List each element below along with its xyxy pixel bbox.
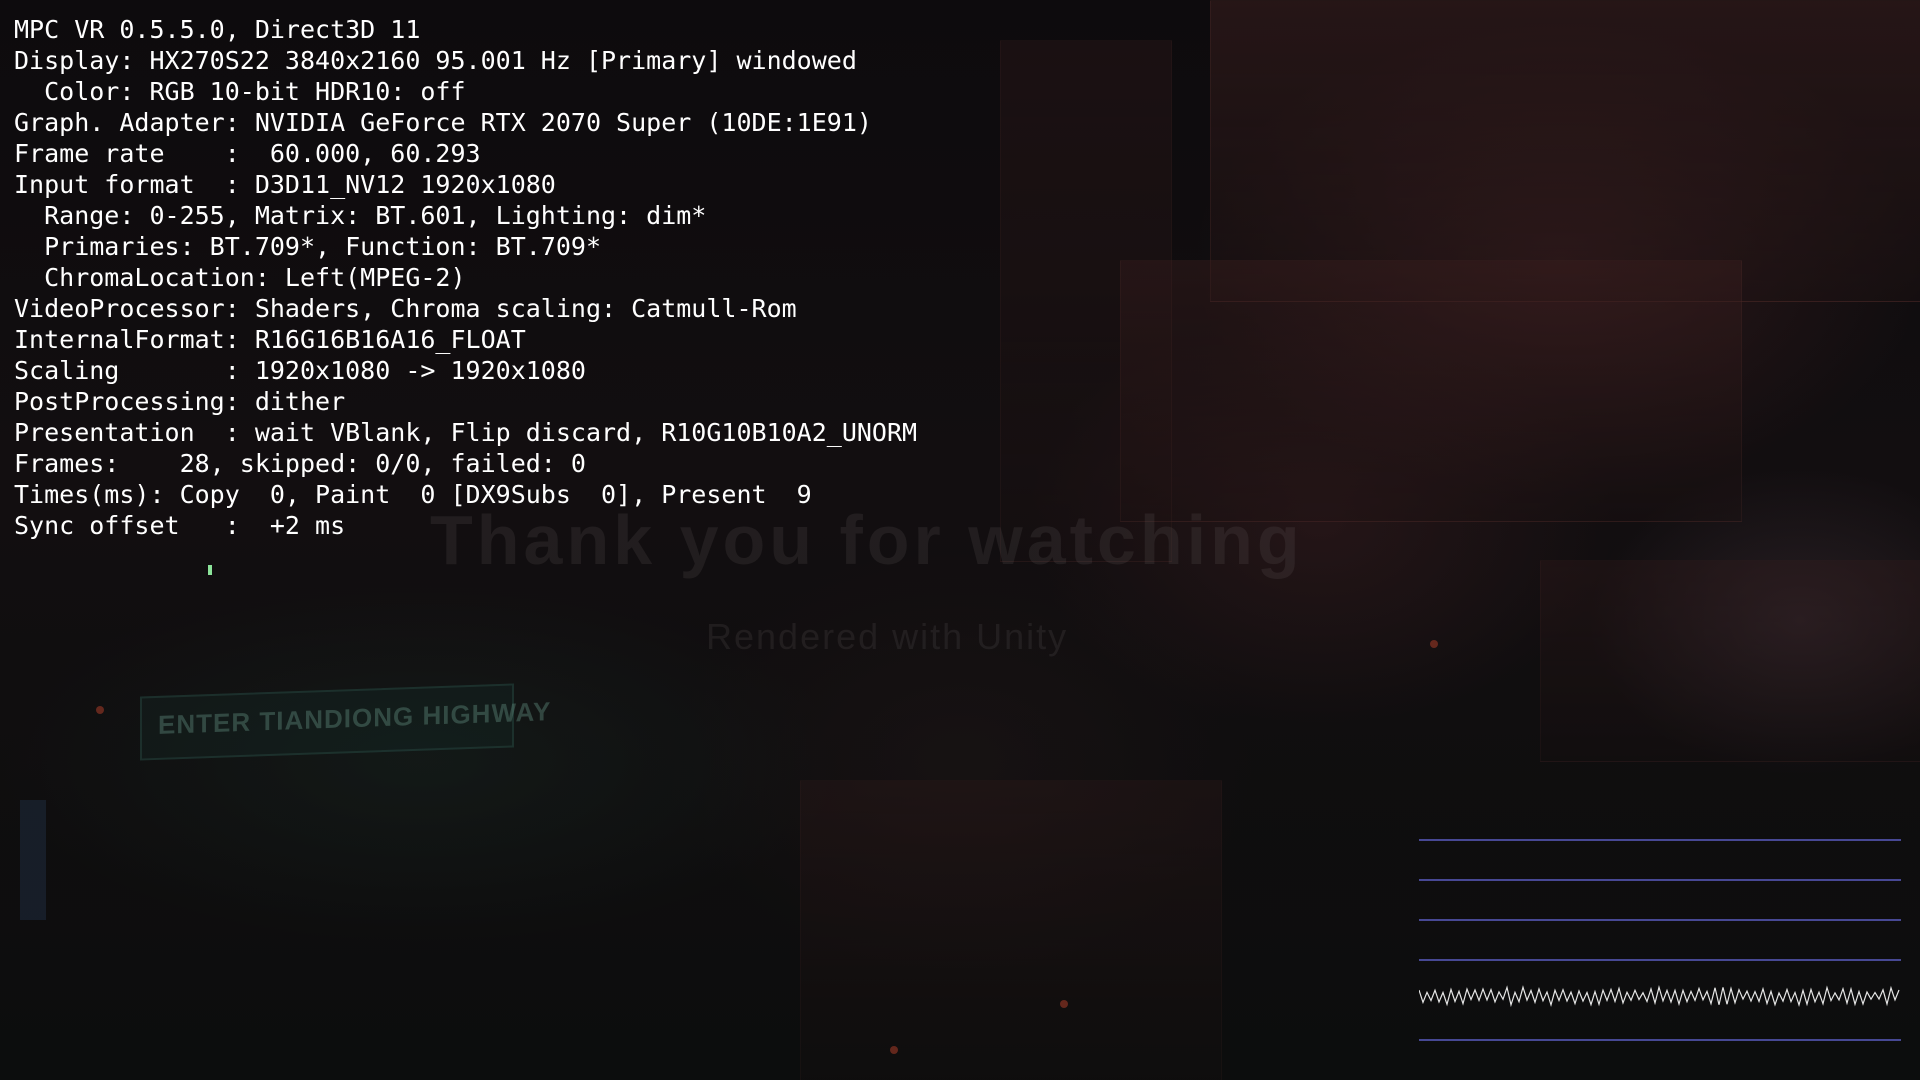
background-light [890, 1046, 898, 1054]
stats-color-line: Color: RGB 10-bit HDR10: off [14, 77, 466, 106]
stats-primaries-line: Primaries: BT.709*, Function: BT.709* [14, 232, 601, 261]
stats-frame-rate-line: Frame rate : 60.000, 60.293 [14, 139, 481, 168]
stats-internal-format-line: InternalFormat: R16G16B16A16_FLOAT [14, 325, 526, 354]
graph-sync-trace [1419, 985, 1900, 1008]
stats-display-line: Display: HX270S22 3840x2160 95.001 Hz [P… [14, 46, 857, 75]
stats-renderer-line: MPC VR 0.5.5.0, Direct3D 11 [14, 15, 421, 44]
background-vertical-sign [20, 800, 46, 920]
background-building-mid [1540, 560, 1920, 762]
stats-overlay: MPC VR 0.5.5.0, Direct3D 11 Display: HX27… [14, 14, 917, 541]
background-subtitle-text: Rendered with Unity [706, 616, 1069, 657]
background-light [1430, 640, 1438, 648]
stats-times-line: Times(ms): Copy 0, Paint 0 [DX9Subs 0], … [14, 480, 812, 509]
video-frame: ENTER TIANDIONG HIGHWAY Thank you for wa… [0, 0, 1920, 1080]
background-light [1060, 1000, 1068, 1008]
text-cursor [208, 565, 212, 575]
stats-presentation-line: Presentation : wait VBlank, Flip discard… [14, 418, 918, 447]
sync-offset-graph [1419, 839, 1901, 1041]
background-highway-sign: ENTER TIANDIONG HIGHWAY [140, 683, 551, 761]
stats-range-line: Range: 0-255, Matrix: BT.601, Lighting: … [14, 201, 707, 230]
stats-frames-line: Frames: 28, skipped: 0/0, failed: 0 [14, 449, 586, 478]
background-light [96, 706, 104, 714]
stats-scaling-line: Scaling : 1920x1080 -> 1920x1080 [14, 356, 586, 385]
stats-post-processing-line: PostProcessing: dither [14, 387, 346, 416]
stats-video-processor-line: VideoProcessor: Shaders, Chroma scaling:… [14, 294, 797, 323]
background-sign-text: ENTER TIANDIONG HIGHWAY [158, 696, 552, 740]
background-pagoda [1210, 0, 1920, 302]
background-pagoda-lower [1120, 260, 1742, 522]
stats-input-format-line: Input format : D3D11_NV12 1920x1080 [14, 170, 556, 199]
background-building-left [1000, 40, 1172, 562]
stats-chroma-location-line: ChromaLocation: Left(MPEG-2) [14, 263, 466, 292]
background-building-bottom [800, 780, 1222, 1080]
stats-adapter-line: Graph. Adapter: NVIDIA GeForce RTX 2070 … [14, 108, 872, 137]
stats-sync-offset-line: Sync offset : +2 ms [14, 511, 346, 540]
